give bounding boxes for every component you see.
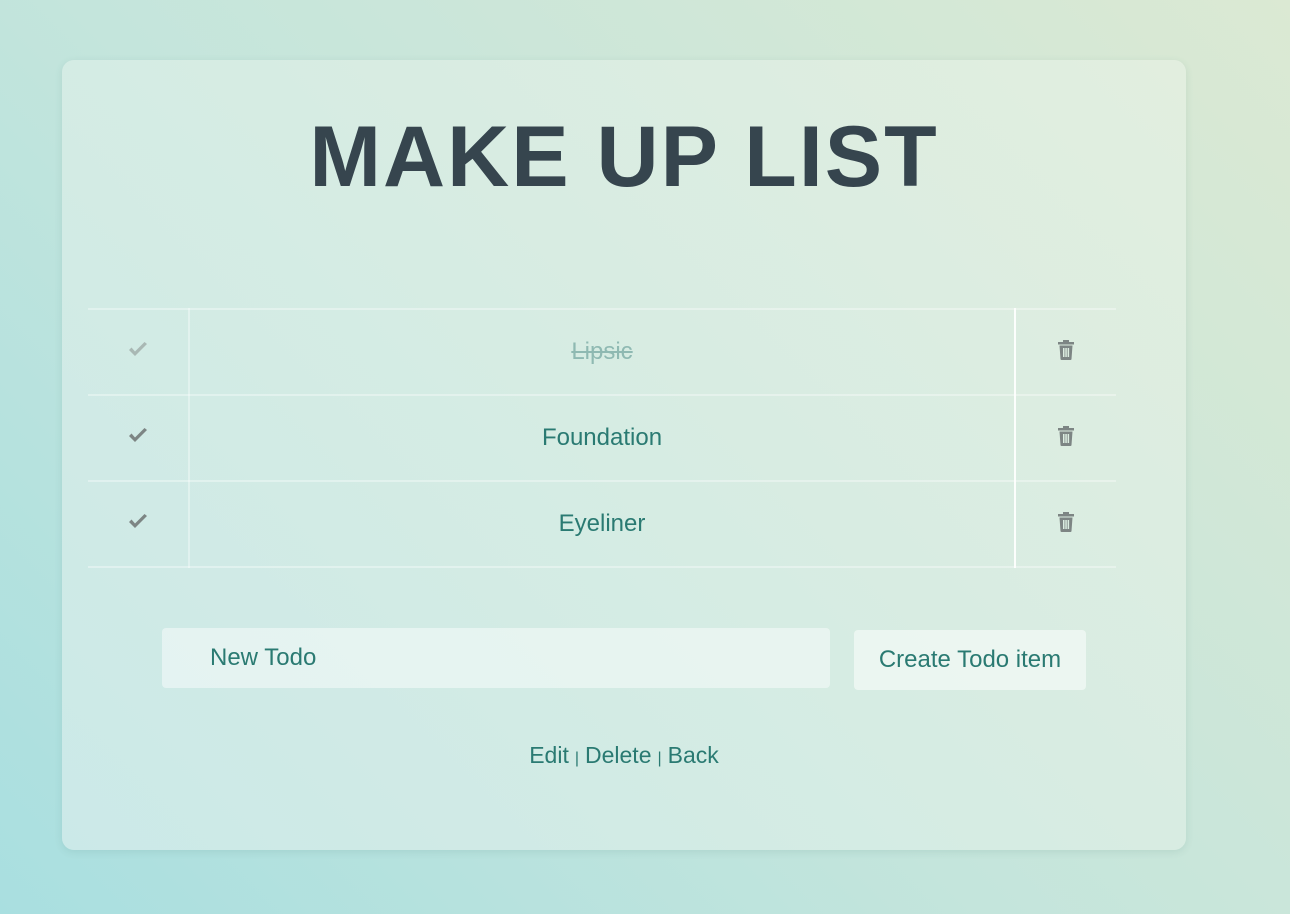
delete-todo-button[interactable]	[1015, 394, 1116, 482]
edit-link[interactable]: Edit	[529, 742, 569, 768]
page-title: MAKE UP LIST	[309, 109, 939, 205]
delete-todo-button[interactable]	[1015, 480, 1116, 568]
complete-button[interactable]	[88, 394, 190, 482]
new-todo-input[interactable]	[162, 628, 830, 688]
todo-row: Lipsic	[88, 308, 1116, 396]
todo-card: MAKE UP LIST Lipsic Foundation Eyeliner …	[62, 60, 1186, 850]
todo-row: Foundation	[88, 394, 1116, 482]
complete-button[interactable]	[88, 308, 190, 396]
check-icon[interactable]	[127, 513, 149, 531]
todo-label: Foundation	[189, 394, 1016, 482]
check-icon[interactable]	[127, 427, 149, 445]
todo-table: Lipsic Foundation Eyeliner	[88, 308, 1116, 568]
trash-icon[interactable]	[1057, 511, 1075, 532]
create-todo-button[interactable]: Create Todo item	[854, 630, 1086, 690]
link-separator: |	[657, 750, 662, 767]
todo-label: Lipsic	[189, 308, 1016, 396]
footer-links: Edit | Delete | Back	[62, 742, 1186, 769]
delete-todo-button[interactable]	[1015, 308, 1116, 396]
trash-icon[interactable]	[1057, 425, 1075, 446]
delete-link[interactable]: Delete	[585, 742, 651, 768]
todo-label: Eyeliner	[189, 480, 1016, 568]
trash-icon[interactable]	[1057, 339, 1075, 360]
complete-button[interactable]	[88, 480, 190, 568]
todo-row: Eyeliner	[88, 480, 1116, 568]
check-icon[interactable]	[127, 341, 149, 359]
link-separator: |	[574, 750, 579, 767]
back-link[interactable]: Back	[668, 742, 719, 768]
